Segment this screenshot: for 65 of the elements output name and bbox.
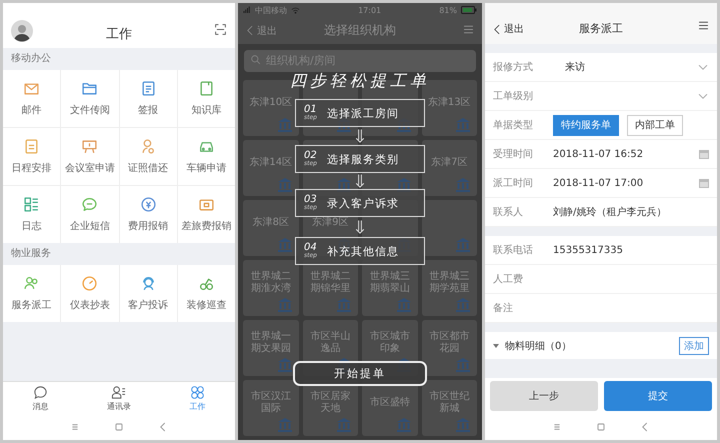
field-value: 2018-11-07 17:00	[553, 178, 644, 188]
field-value: 刘静/姚玲（租户李元兵）	[553, 206, 668, 219]
field-label: 联系电话	[493, 244, 534, 257]
step-number: 04	[304, 243, 317, 253]
organization-name: 世界城二期锦华里	[309, 271, 352, 295]
organization-name: 市区居家天地	[309, 391, 352, 415]
screen-title: 工作	[106, 26, 132, 43]
step-text: 补充其他信息	[326, 244, 399, 258]
tile-label: 客户投诉	[128, 298, 168, 312]
organization-name: 东津7区	[431, 157, 468, 169]
tile-label: 车辆申请	[186, 162, 226, 175]
step-number: 03	[304, 195, 317, 205]
organization-name: 世界城三期翡翠山	[368, 271, 411, 295]
field-label: 受理时间	[493, 148, 534, 161]
carrier-label: 中国移动	[255, 4, 287, 16]
field-label: 联系人	[493, 206, 524, 219]
tile-label: 费用报销	[128, 220, 168, 233]
tile-label: 服务派工	[12, 298, 52, 312]
organization-name: 世界城二期淮水湾	[250, 271, 292, 295]
organization-name: 世界城一期文果园	[250, 331, 292, 355]
tile-label: 差旅费报销	[181, 220, 232, 233]
tile-label: 企业短信	[70, 220, 110, 233]
field-value: 来访	[564, 60, 586, 74]
screen-title: 服务派工	[579, 21, 623, 36]
field-label: 单据类型	[493, 118, 534, 132]
clock: 17:01	[358, 6, 382, 15]
step-number: 01	[304, 105, 317, 115]
step-text: 选择派工房间	[326, 106, 399, 120]
tile-label: 会议室申请	[64, 162, 115, 175]
organization-name: 市区都市花园	[428, 331, 470, 355]
screen-title: 选择组织机构	[324, 22, 396, 40]
tile-label: 文件传阅	[70, 104, 110, 117]
organization-name: 东津13区	[428, 97, 471, 109]
organization-name: 市区盛特	[370, 397, 410, 409]
field-label: 备注	[493, 302, 514, 315]
organization-name: 市区半山逸品	[309, 331, 352, 355]
field-value: 2018-11-07 16:52	[553, 148, 644, 160]
field-label: 派工时间	[493, 176, 534, 190]
organization-name: 市区汉江国际	[250, 391, 292, 415]
step-text: 选择服务类别	[326, 152, 399, 166]
section-header: 物业服务	[10, 246, 52, 261]
tile-label: 装修巡查	[186, 298, 226, 312]
battery-percent: 81%	[439, 6, 457, 15]
organization-name: 市区世纪新城	[428, 391, 470, 415]
tile-label: 日志	[22, 220, 42, 233]
section-header: 移动办公	[10, 52, 52, 66]
section-title: 物料明细（0）	[505, 340, 572, 352]
tile-label: 邮件	[22, 104, 42, 117]
step-number: 02	[304, 151, 317, 161]
tile-label: 证照借还	[128, 162, 168, 175]
field-label: 人工费	[493, 272, 524, 286]
field-value: 15355317335	[553, 244, 624, 256]
organization-name: 东津9区	[312, 217, 348, 229]
organization-name: 东津8区	[252, 217, 289, 229]
step-text: 录入客户诉求	[326, 196, 399, 210]
field-label: 工单级别	[493, 90, 534, 103]
organization-name: 世界城三期学苑里	[428, 271, 470, 295]
organization-name: 市区城市印象	[368, 331, 411, 355]
tile-label: 签报	[138, 104, 158, 117]
organization-name: 东津14区	[249, 157, 292, 169]
organization-name: 东津10区	[249, 97, 292, 109]
tile-label: 日程安排	[12, 162, 52, 175]
field-label: 报修方式	[493, 60, 534, 74]
tile-label: 仪表抄表	[70, 298, 110, 312]
tile-label: 知识库	[191, 104, 222, 117]
